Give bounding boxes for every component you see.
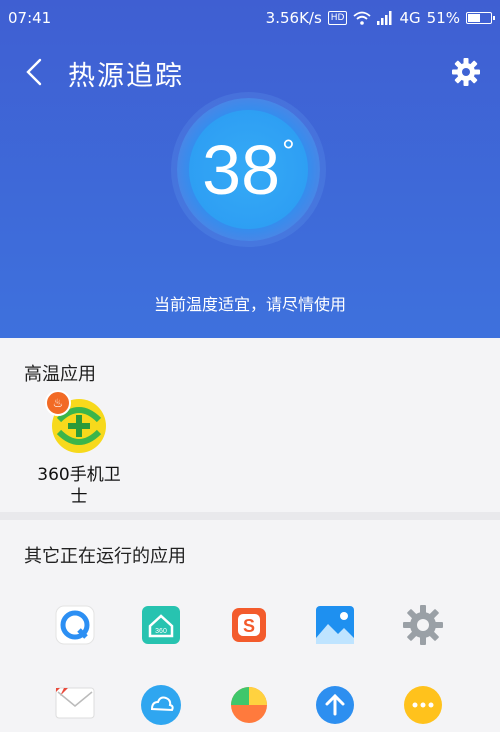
- sogou-input-icon[interactable]: S: [226, 602, 272, 648]
- status-time: 07:41: [8, 9, 52, 27]
- network-type: 4G: [399, 9, 421, 27]
- page-title: 热源追踪: [68, 61, 184, 92]
- network-speed: 3.56K/s: [265, 9, 322, 27]
- 360-home-icon[interactable]: 360: [138, 602, 184, 648]
- cloud-icon[interactable]: [138, 682, 184, 728]
- temperature-value: 38: [202, 130, 281, 209]
- wifi-icon: [353, 11, 372, 25]
- hot-app-label: 360手机卫 士: [37, 465, 121, 507]
- settings-button[interactable]: [450, 56, 482, 88]
- upload-icon[interactable]: [312, 682, 358, 728]
- back-button[interactable]: [18, 56, 50, 88]
- temperature-message: 当前温度适宜，请尽情使用: [153, 295, 346, 314]
- fire-icon: ♨: [45, 390, 71, 416]
- status-bar: 07:41 3.56K/s HD 4G 51%: [0, 0, 500, 36]
- hot-apps-title: 高温应用: [24, 364, 96, 385]
- more-icon[interactable]: [400, 682, 446, 728]
- settings-gear-icon[interactable]: [400, 602, 446, 648]
- gallery-icon[interactable]: [312, 602, 358, 648]
- game-center-icon[interactable]: [226, 682, 272, 728]
- chevron-left-icon: [26, 58, 42, 86]
- temperature-display: 38 °: [177, 98, 320, 241]
- svg-text:360: 360: [155, 628, 167, 635]
- other-apps-title: 其它正在运行的应用: [24, 546, 186, 567]
- temperature-gauge: 38 °: [177, 98, 320, 241]
- header: 07:41 3.56K/s HD 4G 51% 热源追踪 38 ° 当前温度适宜…: [0, 0, 500, 338]
- browser-q-icon[interactable]: [52, 602, 98, 648]
- battery-percent: 51%: [426, 9, 460, 27]
- status-right: 3.56K/s HD 4G 51%: [265, 9, 495, 27]
- gear-icon: [452, 58, 480, 86]
- hd-icon: HD: [327, 11, 348, 25]
- signal-icon: [377, 11, 392, 25]
- section-divider: [0, 512, 500, 520]
- battery-icon: [466, 12, 495, 24]
- hot-app-item[interactable]: ♨ 360手机卫 士: [24, 390, 134, 508]
- temperature-unit: °: [282, 133, 295, 169]
- 360-security-icon: ♨: [45, 390, 107, 454]
- mail-icon[interactable]: [52, 682, 98, 728]
- svg-text:S: S: [243, 616, 255, 636]
